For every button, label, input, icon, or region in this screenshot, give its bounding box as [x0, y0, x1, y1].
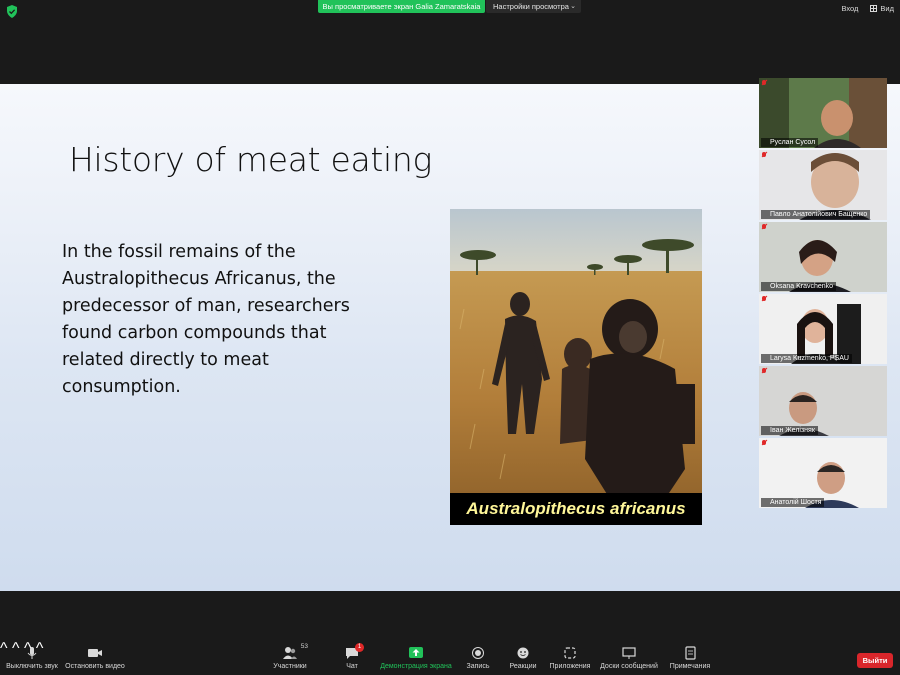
participants-label: Участники — [273, 663, 307, 670]
shield-icon — [7, 5, 17, 18]
participant-name: Анатолій Шостя — [761, 498, 825, 507]
whiteboard-label: Доски сообщений — [600, 663, 658, 670]
enter-label: Вход — [841, 4, 859, 13]
record-icon — [472, 647, 484, 659]
savanna-illustration — [450, 209, 702, 525]
reactions-label: Реакции — [509, 663, 537, 670]
meeting-top-bar: Вы просматриваете экран Galia Zamaratska… — [0, 0, 900, 84]
participant-tile[interactable]: Іван Желізняк — [759, 366, 887, 436]
smiley-icon — [517, 647, 529, 659]
mute-label: Выключить звук — [6, 663, 58, 670]
share-screen-label: Демонстрация экрана — [380, 663, 452, 670]
microphone-icon — [27, 647, 37, 659]
notes-label: Примечания — [669, 663, 711, 670]
chat-label: Чат — [346, 663, 358, 670]
meeting-toolbar: Выключить звук ^ Остановить видео ^ 53 У… — [0, 640, 900, 675]
share-screen-icon — [409, 647, 423, 658]
participants-count: 53 — [300, 643, 308, 650]
participant-tile[interactable]: Руслан Сусол — [759, 78, 887, 148]
video-label: Остановить видео — [65, 663, 125, 670]
participant-name: Павло Анатолійович Бащенко — [761, 210, 871, 219]
participants-button[interactable]: 53 Участники — [270, 643, 310, 670]
image-caption: Australopithecus africanus — [450, 493, 702, 525]
muted-mic-icon — [762, 368, 766, 373]
reactions-button[interactable]: Реакции — [507, 646, 539, 670]
enter-button[interactable]: Вход — [841, 4, 858, 13]
video-camera-icon — [88, 649, 102, 657]
apps-icon — [564, 647, 576, 659]
muted-mic-icon — [762, 440, 766, 445]
apps-label: Приложения — [549, 663, 591, 670]
muted-mic-icon — [762, 224, 766, 229]
record-button[interactable]: Запись — [462, 646, 494, 670]
participant-tile[interactable]: Анатолій Шостя — [759, 438, 887, 508]
participant-name: Іван Желізняк — [761, 426, 818, 435]
grid-view-icon — [870, 5, 878, 12]
mute-button[interactable]: Выключить звук — [4, 646, 60, 670]
slide-body-text: In the fossil remains of the Australopit… — [62, 242, 350, 397]
notes-icon — [685, 646, 696, 660]
chat-unread-badge: 1 — [355, 643, 364, 652]
view-label: Вид — [880, 4, 894, 13]
participant-tile[interactable]: Oksana Kravchenko — [759, 222, 887, 292]
chat-button[interactable]: 1 Чат — [338, 643, 366, 670]
view-button[interactable]: Вид — [870, 4, 894, 13]
stop-video-button[interactable]: Остановить видео — [64, 646, 126, 670]
apps-button[interactable]: Приложения — [548, 646, 592, 670]
participant-name: Руслан Сусол — [761, 138, 819, 147]
leave-meeting-button[interactable]: Выйти — [857, 653, 893, 668]
record-label: Запись — [466, 663, 490, 670]
whiteboard-button[interactable]: Доски сообщений — [600, 646, 658, 670]
participant-tile[interactable]: Larysa Kuzmenko, PSAU — [759, 294, 887, 364]
share-screen-button[interactable]: Демонстрация экрана — [380, 646, 452, 670]
participant-name: Oksana Kravchenko — [761, 282, 837, 291]
chevron-down-icon: ⌄ — [570, 3, 576, 10]
whiteboard-icon — [622, 647, 636, 659]
notes-button[interactable]: Примечания — [668, 646, 712, 670]
slide-title: History of meat eating — [69, 140, 433, 179]
view-options-label: Настройки просмотра — [493, 2, 569, 11]
muted-mic-icon — [762, 152, 766, 157]
screen-share-banner: Вы просматриваете экран Galia Zamaratska… — [318, 0, 485, 13]
view-options-button[interactable]: Настройки просмотра ⌄ — [486, 0, 581, 13]
muted-mic-icon — [762, 296, 766, 301]
australopithecus-image: Australopithecus africanus — [450, 209, 702, 525]
participant-gallery: Руслан Сусол Павло Анатолійович Бащенко … — [759, 78, 887, 510]
participants-icon — [283, 647, 297, 659]
participant-name: Larysa Kuzmenko, PSAU — [761, 354, 852, 363]
participant-tile[interactable]: Павло Анатолійович Бащенко — [759, 150, 887, 220]
chat-icon: 1 — [344, 643, 364, 660]
muted-mic-icon — [762, 80, 766, 85]
